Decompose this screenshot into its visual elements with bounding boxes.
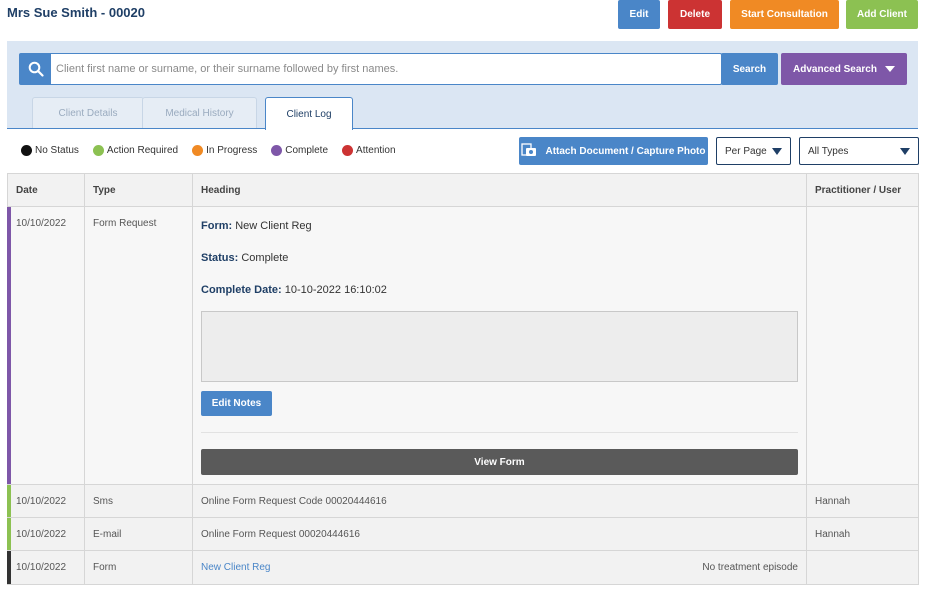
row-practitioner <box>807 207 918 484</box>
form-detail-panel: Form: New Client Reg Status: Complete Co… <box>201 218 798 484</box>
legend-in-progress: In Progress <box>192 145 257 156</box>
complete-date-label: Complete Date: <box>201 284 282 296</box>
form-value: New Client Reg <box>235 220 312 232</box>
new-client-reg-link[interactable]: New Client Reg <box>201 562 270 573</box>
add-client-button[interactable]: Add Client <box>846 0 918 29</box>
table-row[interactable]: 10/10/2022 Sms Online Form Request Code … <box>7 485 918 518</box>
legend-label: No Status <box>35 145 79 156</box>
form-line: Form: New Client Reg <box>201 220 312 232</box>
type-filter-value: All Types <box>808 145 849 157</box>
table-row[interactable]: 10/10/2022 E-mail Online Form Request 00… <box>7 518 918 551</box>
search-panel: Search Advanced Search Client Details Me… <box>7 41 918 130</box>
notes-field[interactable] <box>201 311 798 382</box>
search-box <box>19 53 722 85</box>
column-header-practitioner[interactable]: Practitioner / User <box>807 174 918 206</box>
row-date: 10/10/2022 <box>8 207 85 484</box>
status-dot-icon <box>271 145 283 156</box>
row-date: 10/10/2022 <box>8 551 85 584</box>
row-heading: New Client Reg No treatment episode <box>193 551 807 584</box>
legend-label: Attention <box>356 145 396 156</box>
row-heading: Online Form Request Code 00020444616 <box>193 485 807 517</box>
status-stripe <box>7 207 11 484</box>
attach-document-label: Attach Document / Capture Photo <box>545 145 706 157</box>
row-detail: Form: New Client Reg Status: Complete Co… <box>193 207 807 484</box>
column-header-date[interactable]: Date <box>8 174 85 206</box>
divider <box>201 432 798 433</box>
edit-button[interactable]: Edit <box>618 0 660 29</box>
status-dot-icon <box>92 145 104 156</box>
legend-attention: Attention <box>342 145 396 156</box>
tab-client-log[interactable]: Client Log <box>265 97 353 130</box>
row-practitioner: Hannah <box>815 528 851 540</box>
type-filter-select[interactable]: All Types <box>799 137 919 165</box>
chevron-down-icon <box>772 147 782 155</box>
per-page-value: Per Page <box>725 145 767 157</box>
search-input[interactable] <box>56 54 716 84</box>
status-dot-icon <box>21 145 32 156</box>
status-stripe <box>7 485 11 517</box>
delete-button[interactable]: Delete <box>668 0 722 29</box>
legend-label: In Progress <box>206 145 258 156</box>
status-legend: No Status Action Required In Progress Co… <box>21 145 396 156</box>
legend-label: Complete <box>285 145 329 156</box>
treatment-episode-note: No treatment episode <box>702 562 798 573</box>
camera-icon <box>521 142 537 160</box>
advanced-search-button[interactable]: Advanced Search <box>781 53 907 85</box>
form-label: Form: <box>201 220 233 232</box>
client-log-table: Date Type Heading Practitioner / User 10… <box>7 173 919 585</box>
status-label: Status: <box>201 252 239 264</box>
column-header-type[interactable]: Type <box>85 174 193 206</box>
status-stripe <box>7 518 11 550</box>
row-type: Form <box>85 551 193 584</box>
complete-date-value: 10-10-2022 16:10:02 <box>284 284 387 296</box>
row-date: 10/10/2022 <box>8 518 85 550</box>
legend-complete: Complete <box>271 145 328 156</box>
search-icon[interactable] <box>20 54 51 84</box>
page-title: Mrs Sue Smith - 00020 <box>7 5 145 20</box>
legend-label: Action Required <box>106 145 179 156</box>
tabs-divider <box>7 128 918 129</box>
status-line: Status: Complete <box>201 252 288 264</box>
edit-notes-button[interactable]: Edit Notes <box>201 391 272 416</box>
tab-client-details[interactable]: Client Details <box>32 97 144 129</box>
per-page-select[interactable]: Per Page <box>716 137 791 165</box>
table-row[interactable]: 10/10/2022 Form New Client Reg No treatm… <box>7 551 918 584</box>
search-button[interactable]: Search <box>721 53 778 85</box>
row-type: Form Request <box>85 207 193 484</box>
legend-no-status: No Status <box>21 145 79 156</box>
status-dot-icon <box>192 145 204 156</box>
row-type: E-mail <box>85 518 193 550</box>
start-consultation-button[interactable]: Start Consultation <box>730 0 839 29</box>
attach-document-button[interactable]: Attach Document / Capture Photo <box>519 137 708 165</box>
legend-action-required: Action Required <box>92 145 179 156</box>
chevron-down-icon <box>884 66 895 72</box>
status-value: Complete <box>241 252 289 264</box>
row-practitioner <box>807 551 918 584</box>
complete-date-line: Complete Date: 10-10-2022 16:10:02 <box>201 284 387 296</box>
status-stripe <box>7 551 11 584</box>
table-header: Date Type Heading Practitioner / User <box>8 174 918 207</box>
row-practitioner: Hannah <box>815 495 851 507</box>
view-form-button[interactable]: View Form <box>201 449 798 475</box>
advanced-search-label: Advanced Search <box>793 63 877 75</box>
row-type: Sms <box>85 485 193 517</box>
status-dot-icon <box>342 145 354 156</box>
table-row[interactable]: 10/10/2022 Form Request Form: New Client… <box>7 207 918 485</box>
column-header-heading[interactable]: Heading <box>193 174 807 206</box>
row-heading: Online Form Request 00020444616 <box>193 518 807 550</box>
row-date: 10/10/2022 <box>8 485 85 517</box>
client-log-page: Mrs Sue Smith - 00020 Edit Delete Start … <box>0 0 928 594</box>
chevron-down-icon <box>900 147 910 155</box>
tab-medical-history[interactable]: Medical History <box>142 97 257 129</box>
